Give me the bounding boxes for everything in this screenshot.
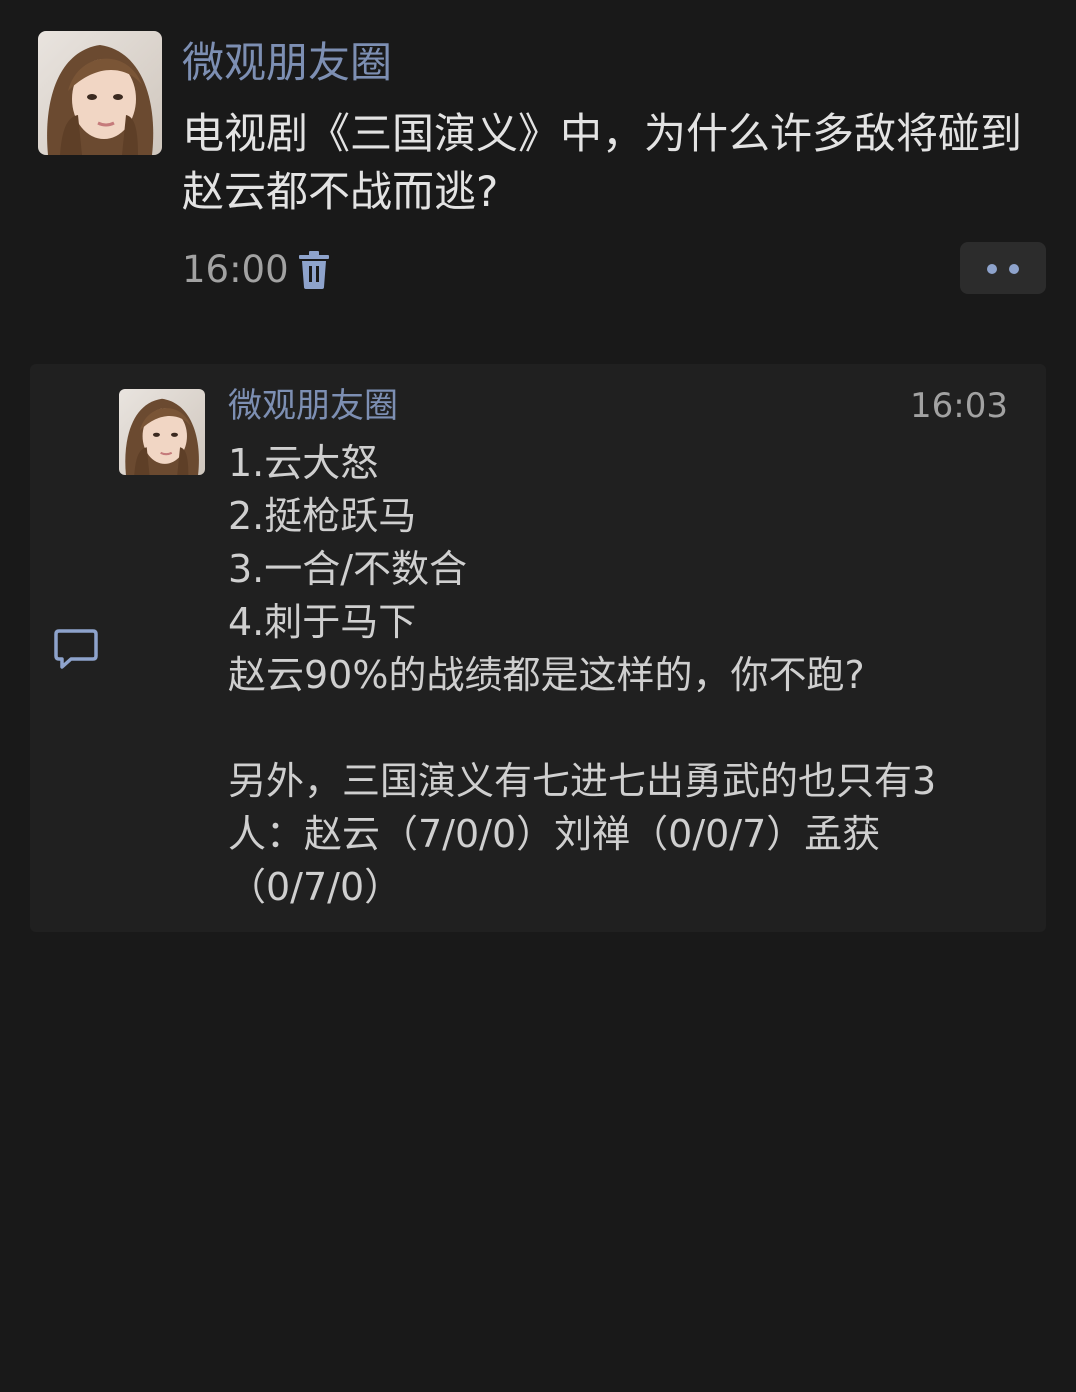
dot bbox=[1009, 264, 1019, 274]
comment-bubble-icon bbox=[53, 628, 99, 670]
post-author-name[interactable]: 微观朋友圈 bbox=[182, 36, 392, 90]
comment-author-avatar[interactable] bbox=[119, 389, 205, 475]
post-content-text: 电视剧《三国演义》中，为什么许多敌将碰到赵云都不战而逃? bbox=[182, 109, 1023, 216]
post-author-avatar[interactable] bbox=[38, 31, 162, 155]
comment-author-name[interactable]: 微观朋友圈 bbox=[228, 384, 398, 428]
more-dots-icon[interactable] bbox=[960, 242, 1046, 294]
comment-content-text: 1.云大怒 2.挺枪跃马 3.一合/不数合 4.刺于马下 赵云90%的战绩都是这… bbox=[228, 441, 937, 909]
trash-icon[interactable] bbox=[298, 251, 330, 289]
post-timestamp: 16:00 bbox=[182, 248, 289, 291]
dot bbox=[987, 264, 997, 274]
comment-timestamp: 16:03 bbox=[910, 386, 1008, 426]
